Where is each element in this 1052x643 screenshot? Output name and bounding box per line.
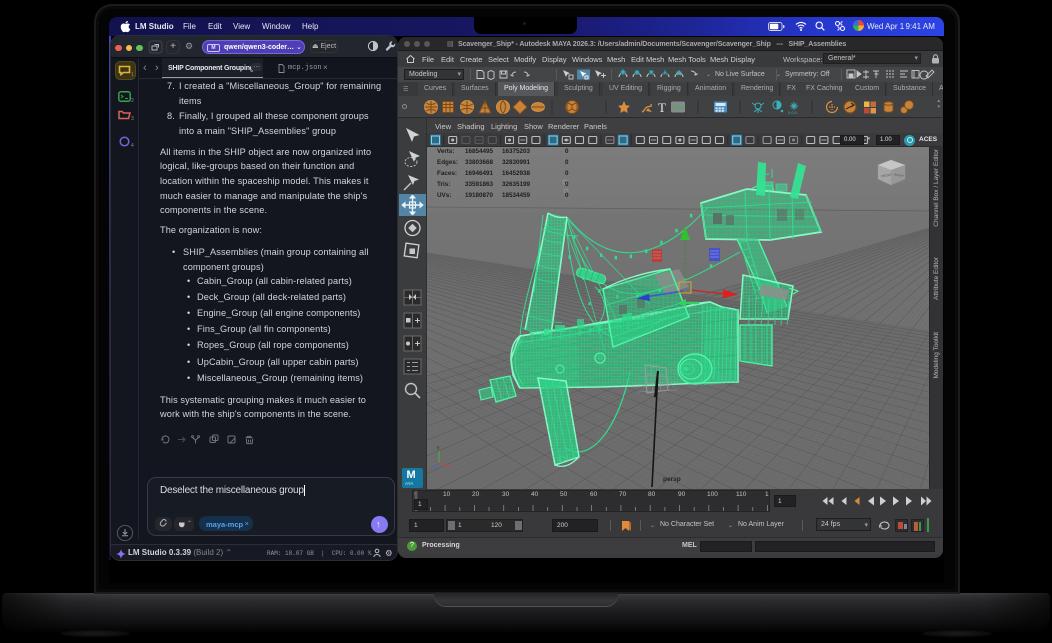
- svg-text:19180870: 19180870: [465, 192, 494, 199]
- svg-text:0: 0: [565, 181, 569, 188]
- svg-text:33591863: 33591863: [465, 181, 494, 188]
- svg-text:Edges:: Edges:: [437, 159, 458, 166]
- svg-text:32635199: 32635199: [502, 181, 531, 188]
- svg-text:SVG: SVG: [673, 106, 685, 112]
- svg-text:persp: persp: [663, 476, 681, 483]
- svg-text:Verts:: Verts:: [437, 148, 455, 155]
- svg-text:Tris:: Tris:: [437, 181, 450, 188]
- svg-text:16452938: 16452938: [502, 170, 531, 177]
- svg-text:16946491: 16946491: [465, 170, 494, 177]
- svg-text:16854495: 16854495: [465, 148, 494, 155]
- svg-text:UVs:: UVs:: [437, 192, 451, 199]
- svg-text:32830991: 32830991: [502, 159, 531, 166]
- svg-text:0: 0: [565, 192, 569, 199]
- svg-text:0: 0: [565, 170, 569, 177]
- svg-text:33803668: 33803668: [465, 159, 494, 166]
- svg-text:18534459: 18534459: [502, 192, 531, 199]
- svg-text:0: 0: [565, 159, 569, 166]
- svg-text:Faces:: Faces:: [437, 170, 457, 177]
- svg-text:16375203: 16375203: [502, 148, 531, 155]
- svg-text:T: T: [658, 100, 666, 115]
- svg-text:0.0.0: 0.0.0: [788, 110, 798, 115]
- svg-text:0: 0: [565, 148, 569, 155]
